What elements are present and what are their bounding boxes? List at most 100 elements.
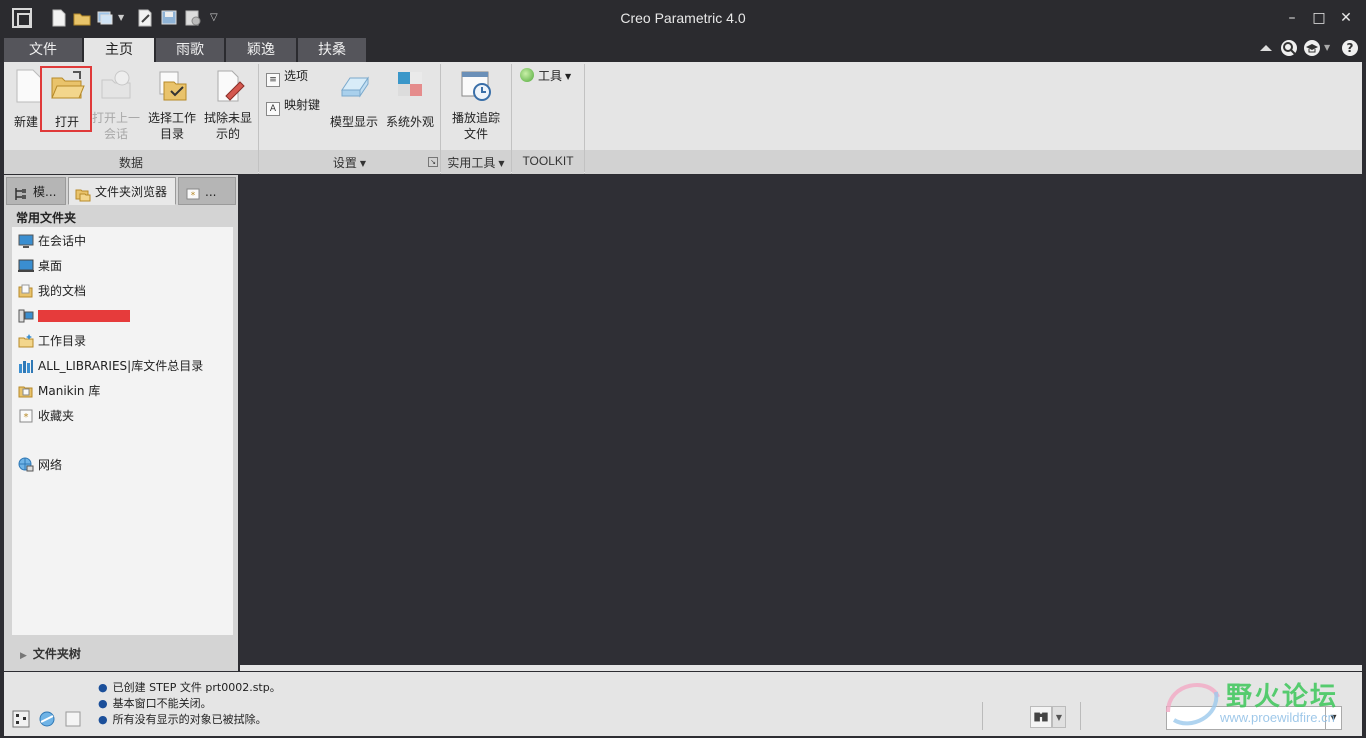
maximize-button[interactable]: □: [1309, 8, 1329, 28]
folder-item-label: 桌面: [38, 259, 63, 273]
model-tree-icon: [13, 184, 29, 200]
play-trail-label-1: 播放追踪: [451, 111, 500, 125]
tab-favorites-label: ...: [205, 185, 217, 199]
folder-item-label: 我的文档: [38, 284, 87, 298]
watermark-url: www.proewildfire.cn: [1220, 710, 1335, 725]
minimize-button[interactable]: –: [1282, 8, 1302, 28]
svg-text:*: *: [24, 412, 29, 423]
model-display-button[interactable]: 模型显示: [328, 68, 380, 129]
system-appearance-icon: [392, 68, 428, 104]
common-folders-title: 常用文件夹: [16, 211, 77, 225]
open-last-session-label-1: 打开上一: [91, 111, 140, 125]
group-data-label: 数据: [118, 156, 143, 170]
tools-dropdown-icon: ▼: [565, 72, 572, 81]
folder-item-in-session[interactable]: 在会话中: [18, 231, 86, 251]
folder-item-label: 收藏夹: [38, 409, 75, 423]
graphics-window[interactable]: [240, 175, 1362, 665]
watermark-text: 野火论坛: [1226, 682, 1339, 712]
close-button[interactable]: ✕: [1336, 8, 1356, 28]
message-line: ● 所有没有显示的对象已被拭除。: [98, 712, 267, 728]
tools-icon: [520, 68, 534, 82]
monitor-icon: [18, 233, 34, 249]
open-label: 打开: [54, 115, 79, 129]
tab-model-tree[interactable]: 模...: [6, 177, 66, 205]
libraries-icon: [18, 358, 34, 374]
computer-icon: [18, 308, 34, 324]
folder-item-redacted[interactable]: [18, 306, 130, 326]
mapkeys-icon: A: [266, 102, 280, 116]
find-icon[interactable]: [1030, 706, 1052, 728]
new-label: 新建: [13, 115, 38, 129]
play-trail-file-button[interactable]: 播放追踪 文件: [448, 68, 504, 141]
folder-item-label: 在会话中: [38, 234, 87, 248]
tools-label: 工具: [538, 69, 563, 83]
play-trail-icon: [458, 68, 494, 104]
learning-icon[interactable]: [1302, 38, 1322, 58]
new-document-icon: [11, 68, 42, 104]
folder-item-label: 网络: [38, 458, 63, 472]
tab-yingyi[interactable]: 颖逸: [226, 38, 296, 62]
message-text: 已创建 STEP 文件 prt0002.stp。: [112, 681, 281, 694]
mapkeys-button[interactable]: A 映射键: [266, 96, 320, 116]
collapse-ribbon-icon[interactable]: [1256, 38, 1276, 58]
tab-file[interactable]: 文件: [4, 38, 82, 62]
message-line: ● 基本窗口不能关闭。: [98, 696, 212, 712]
full-screen-icon[interactable]: [64, 710, 82, 728]
folder-item-all-libraries[interactable]: ALL_LIBRARIES|库文件总目录: [18, 356, 203, 376]
tab-favorites[interactable]: * ...: [178, 177, 236, 205]
tab-folder-browser[interactable]: 文件夹浏览器: [68, 177, 176, 205]
folder-item-my-documents[interactable]: 我的文档: [18, 281, 86, 301]
message-text: 基本窗口不能关闭。: [112, 697, 212, 710]
search-icon[interactable]: [1279, 38, 1299, 58]
common-folders-list: 在会话中 桌面 我的文档 工作目录 ALL_LIBRARIES|库文件总目录 M…: [12, 227, 233, 635]
browser-toggle-icon[interactable]: [38, 710, 56, 728]
select-working-directory-icon: [154, 68, 190, 104]
folder-item-desktop[interactable]: 桌面: [18, 256, 62, 276]
network-icon: [18, 457, 34, 473]
message-bullet: ●: [98, 681, 108, 694]
message-text: 所有没有显示的对象已被拭除。: [112, 713, 267, 726]
eraser-icon: [210, 68, 246, 104]
favorites-folder-icon: *: [18, 408, 34, 424]
settings-dialog-launcher-icon[interactable]: ↘: [428, 157, 438, 167]
erase-not-displayed-button[interactable]: 拭除未显 示的: [202, 68, 254, 141]
folder-tree-toggle[interactable]: ▶ 文件夹树: [20, 645, 81, 662]
tab-home[interactable]: 主页: [84, 38, 154, 62]
folder-item-label: Manikin 库: [38, 384, 101, 398]
model-display-icon: [336, 68, 372, 104]
select-working-directory-button[interactable]: 选择工作 目录: [146, 68, 198, 141]
graphics-bottom-border: [240, 665, 1362, 671]
navigator-toggle-icon[interactable]: [12, 710, 30, 728]
group-utilities-label[interactable]: 实用工具 ▼: [441, 154, 511, 171]
open-last-session-button[interactable]: 打开上一 会话: [90, 68, 142, 141]
learning-dropdown-icon[interactable]: ▼: [1324, 38, 1334, 58]
folder-item-manikin-library[interactable]: Manikin 库: [18, 381, 100, 401]
open-last-session-icon: [98, 68, 134, 104]
group-utilities-text: 实用工具: [447, 156, 496, 170]
message-bullet: ●: [98, 713, 108, 726]
group-settings-label[interactable]: 设置 ▼: [259, 154, 440, 171]
options-button[interactable]: ≡ 选项: [266, 67, 308, 87]
open-button[interactable]: 打开: [44, 68, 90, 129]
manikin-library-icon: [18, 383, 34, 399]
expand-arrow-icon: ▶: [20, 651, 27, 661]
find-dropdown-icon[interactable]: ▼: [1052, 706, 1066, 728]
tab-fusang[interactable]: 扶桑: [298, 38, 366, 62]
tools-button[interactable]: 工具 ▼: [520, 67, 571, 85]
folder-item-working-directory[interactable]: 工作目录: [18, 331, 86, 351]
folder-item-label: ALL_LIBRARIES|库文件总目录: [38, 359, 204, 373]
tab-yuge[interactable]: 雨歌: [156, 38, 224, 62]
message-line: ● 已创建 STEP 文件 prt0002.stp。: [98, 680, 281, 696]
svg-text:*: *: [191, 191, 196, 201]
working-directory-icon: [18, 333, 34, 349]
folder-item-favorites[interactable]: * 收藏夹: [18, 406, 74, 426]
system-appearance-button[interactable]: 系统外观: [384, 68, 436, 129]
help-icon[interactable]: ?: [1340, 38, 1360, 58]
new-button[interactable]: 新建: [10, 68, 42, 129]
svg-text:?: ?: [1347, 41, 1354, 55]
redacted-label: [38, 310, 130, 322]
group-toolkit-label: TOOLKIT: [522, 154, 574, 168]
tab-folder-browser-label: 文件夹浏览器: [95, 185, 168, 199]
erase-not-displayed-label-2: 示的: [215, 127, 240, 141]
folder-item-network[interactable]: 网络: [18, 455, 62, 475]
